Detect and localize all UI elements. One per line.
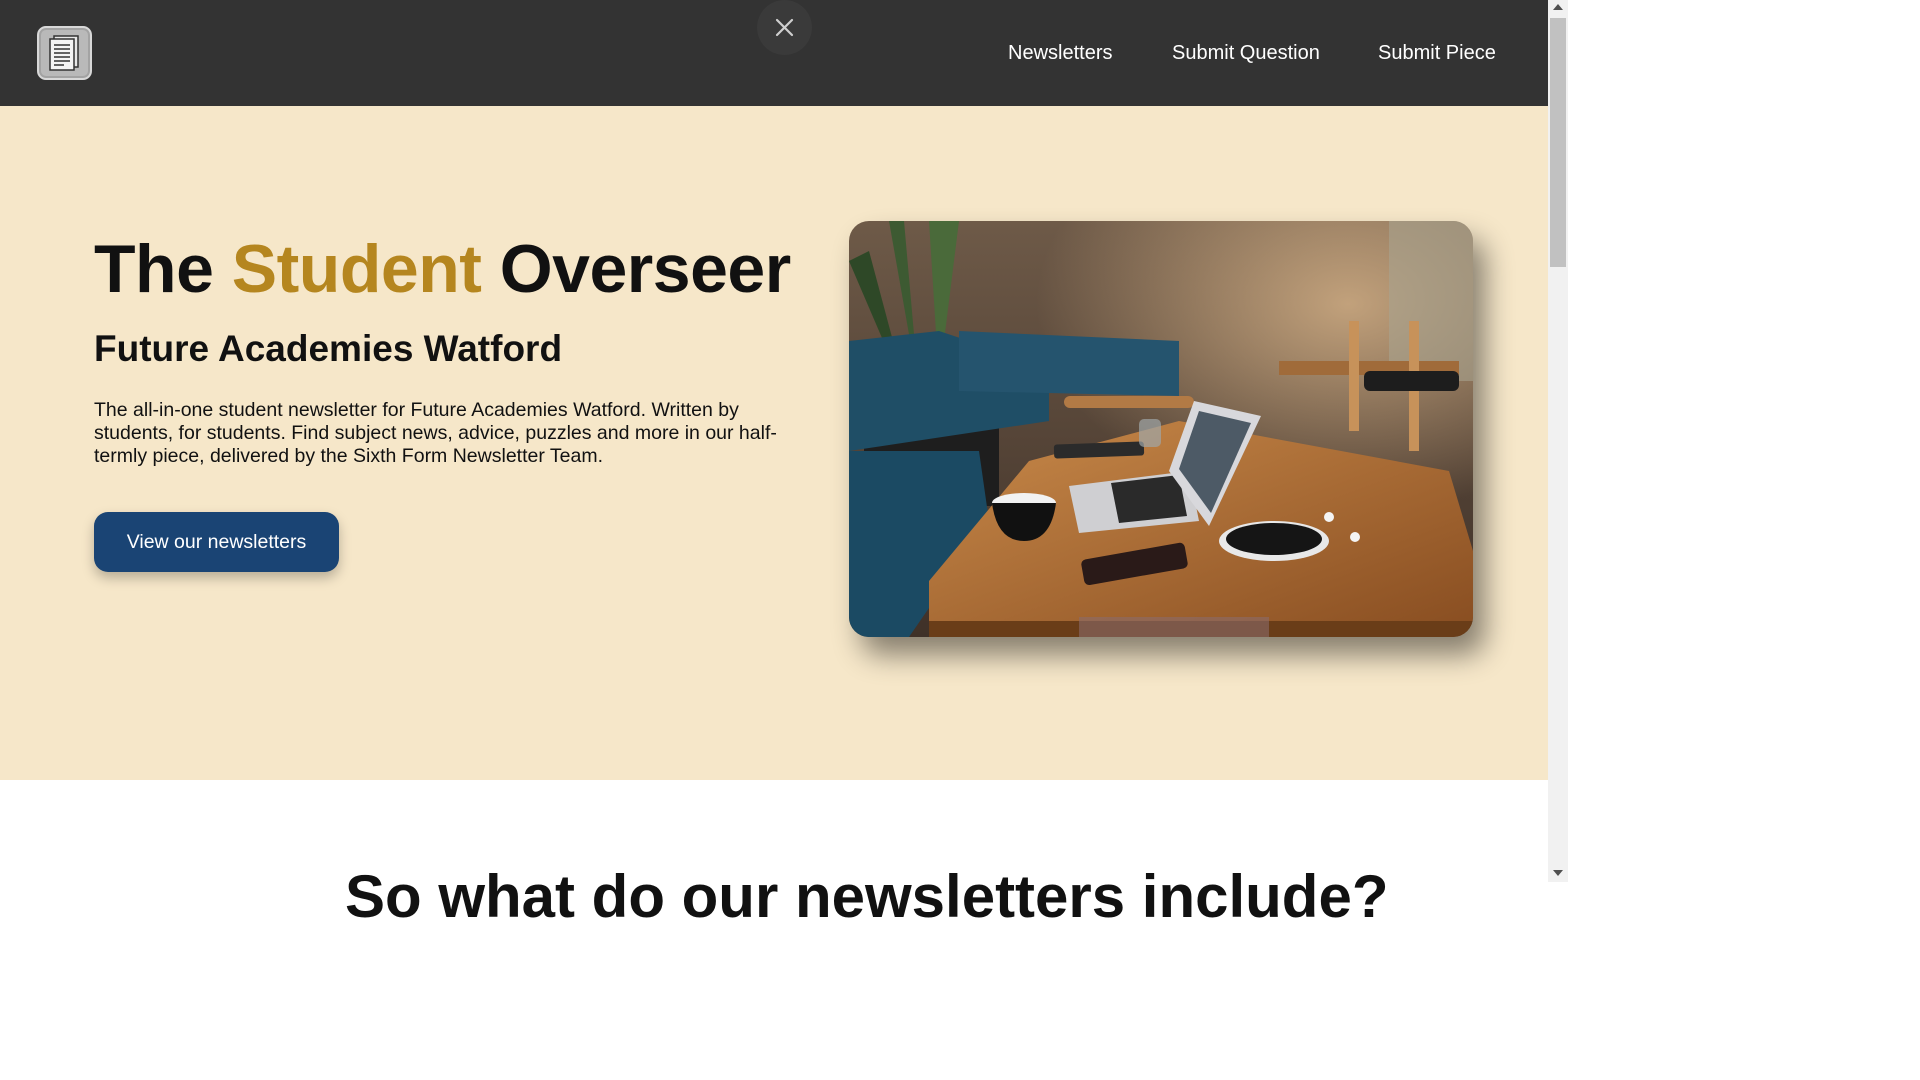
features-section-heading: So what do our newsletters include? [345,863,1389,930]
page-title: The Student Overseer [94,234,791,304]
close-button[interactable] [757,0,812,55]
view-newsletters-button[interactable]: View our newsletters [94,512,339,572]
hero-description: The all-in-one student newsletter for Fu… [94,399,777,467]
title-part-2: Overseer [481,231,791,307]
nav-submit-piece-link[interactable]: Submit Piece [1378,41,1496,65]
hero-section: The Student Overseer Future Academies Wa… [0,106,1548,780]
newsletter-logo-icon[interactable] [37,26,92,80]
scroll-up-arrow-icon[interactable] [1553,4,1563,10]
site-header: Newsletters Submit Question Submit Piece [0,0,1548,106]
nav-newsletters-link[interactable]: Newsletters [1008,41,1112,65]
scroll-down-arrow-icon[interactable] [1553,870,1563,876]
school-subtitle: Future Academies Watford [94,328,563,369]
title-accent-word: Student [231,231,482,307]
scrollbar-thumb[interactable] [1550,18,1566,267]
nav-submit-question-link[interactable]: Submit Question [1172,41,1320,65]
close-icon [775,18,794,37]
cafe-table-laptop-photo [849,221,1473,637]
title-part-1: The [94,231,232,307]
